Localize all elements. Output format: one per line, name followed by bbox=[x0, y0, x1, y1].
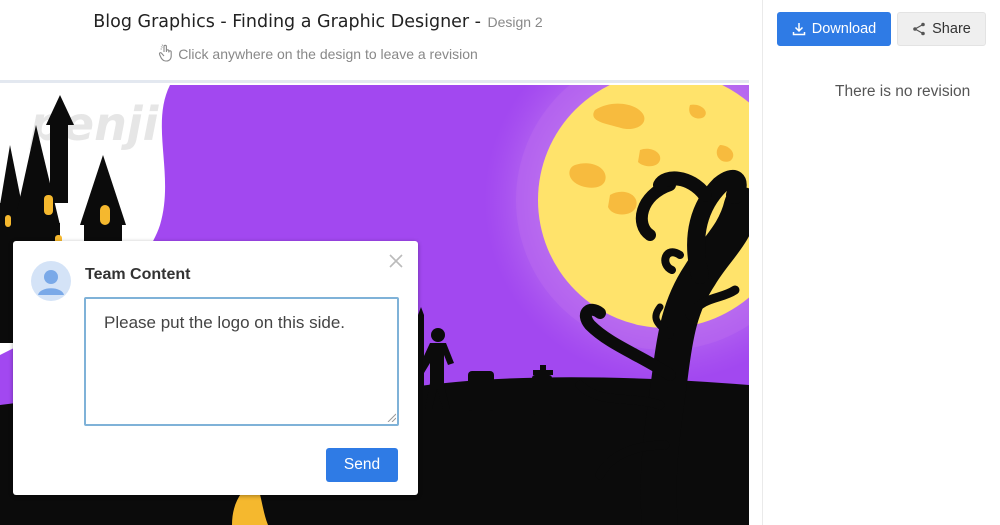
no-revision-message: There is no revision bbox=[835, 83, 971, 100]
share-button[interactable]: Share bbox=[897, 12, 986, 46]
header-divider bbox=[0, 80, 749, 83]
comment-input[interactable]: Please put the logo on this side. bbox=[84, 297, 399, 426]
share-icon bbox=[913, 22, 925, 36]
download-label: Download bbox=[811, 21, 877, 37]
send-button[interactable]: Send bbox=[326, 448, 398, 482]
download-icon bbox=[792, 23, 805, 36]
share-label: Share bbox=[932, 21, 971, 37]
design-title: Blog Graphics - Finding a Graphic Design… bbox=[93, 12, 481, 32]
user-avatar-icon bbox=[31, 261, 71, 301]
revision-comment-popup: Team Content Please put the logo on this… bbox=[13, 241, 418, 495]
download-button[interactable]: Download bbox=[777, 12, 891, 46]
comment-author: Team Content bbox=[85, 266, 191, 283]
design-version: Design 2 bbox=[487, 14, 543, 30]
design-header: Blog Graphics - Finding a Graphic Design… bbox=[0, 0, 762, 80]
close-icon[interactable] bbox=[388, 253, 404, 269]
hand-pointer-icon bbox=[159, 44, 172, 62]
revision-hint-text: Click anywhere on the design to leave a … bbox=[178, 46, 478, 62]
fence-posts bbox=[418, 307, 424, 405]
title-row: Blog Graphics - Finding a Graphic Design… bbox=[0, 12, 636, 32]
app-root: Blog Graphics - Finding a Graphic Design… bbox=[0, 0, 1000, 525]
resize-handle[interactable] bbox=[387, 413, 396, 422]
revision-panel: Download Share There is no revision bbox=[762, 0, 1000, 525]
revision-hint: Click anywhere on the design to leave a … bbox=[0, 44, 636, 62]
